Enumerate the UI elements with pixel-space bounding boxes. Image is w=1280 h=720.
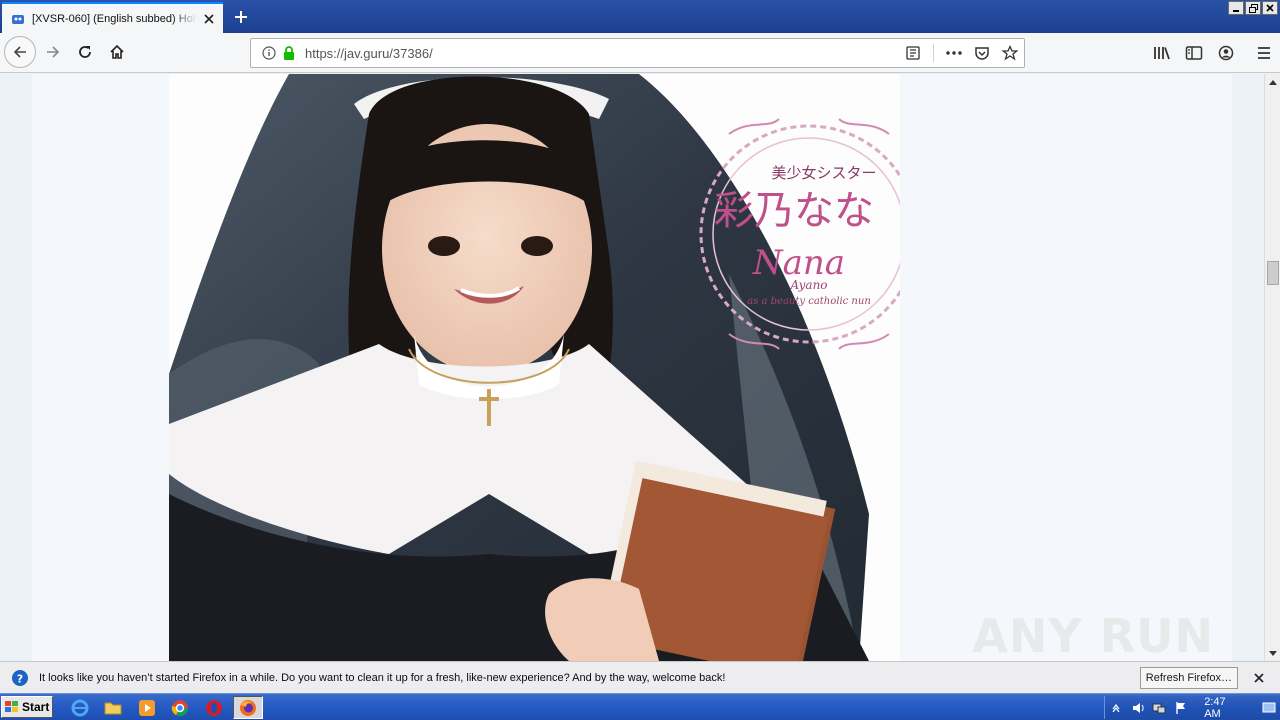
poster-jp-subtitle: 美少女シスター	[771, 164, 876, 182]
poster-en-surname: Ayano	[789, 278, 827, 292]
windows-logo-icon	[5, 701, 18, 712]
url-text[interactable]: https://jav.guru/37386/	[305, 46, 899, 61]
anyrun-watermark: ANY RUN	[972, 609, 1214, 661]
ie-icon[interactable]	[70, 698, 90, 718]
show-desktop-icon[interactable]	[1258, 702, 1280, 714]
tab-active[interactable]: [XVSR-060] (English subbed) Holy Sister	[2, 2, 223, 33]
arrow-right-icon	[47, 46, 60, 58]
tab-strip: [XVSR-060] (English subbed) Holy Sister	[0, 0, 1280, 33]
scroll-up-icon[interactable]	[1265, 74, 1280, 90]
cover-artwork: 美少女シスター 彩乃なな Nana Ayano as a beauty cath…	[169, 74, 900, 661]
question-icon: ?	[11, 669, 29, 687]
cover-image[interactable]: 美少女シスター 彩乃なな Nana Ayano as a beauty cath…	[169, 74, 900, 661]
arrow-left-icon	[13, 46, 26, 58]
home-button[interactable]	[102, 37, 132, 67]
bookmark-star-icon[interactable]	[996, 39, 1024, 67]
new-tab-button[interactable]	[228, 5, 254, 29]
taskbar: Start 2:47 AM	[0, 693, 1280, 720]
url-bar-separator	[933, 44, 934, 62]
minimize-button[interactable]	[1228, 1, 1244, 15]
navigation-toolbar: https://jav.guru/37386/	[0, 33, 1280, 73]
account-icon[interactable]	[1210, 39, 1242, 67]
poster-tagline: as a beauty catholic nun	[747, 296, 871, 307]
start-label: Start	[22, 700, 50, 714]
firefox-icon	[240, 699, 256, 716]
scroll-down-icon[interactable]	[1265, 645, 1280, 661]
svg-text:?: ?	[17, 672, 23, 685]
start-button[interactable]: Start	[1, 696, 53, 718]
back-button[interactable]	[4, 36, 36, 68]
firefox-taskbar-button[interactable]	[233, 696, 263, 719]
forward-button[interactable]	[38, 37, 68, 67]
tray-expand-icon[interactable]	[1105, 703, 1127, 712]
pocket-icon[interactable]	[968, 39, 996, 67]
window-controls	[1228, 1, 1278, 15]
network-icon[interactable]	[1149, 701, 1171, 715]
scrollbar-thumb[interactable]	[1267, 261, 1279, 285]
page-content[interactable]: 美少女シスター 彩乃なな Nana Ayano as a beauty cath…	[0, 74, 1264, 661]
close-window-button[interactable]	[1262, 1, 1278, 15]
page-actions-icon[interactable]	[940, 39, 968, 67]
lock-icon[interactable]	[281, 46, 297, 60]
poster-jp-name: 彩乃なな	[714, 188, 874, 234]
poster-en-name: Nana	[752, 243, 845, 283]
notification-close-icon[interactable]	[1248, 667, 1270, 689]
page-body: 美少女シスター 彩乃なな Nana Ayano as a beauty cath…	[32, 74, 1232, 661]
chrome-icon[interactable]	[170, 698, 190, 718]
media-player-icon[interactable]	[137, 698, 157, 718]
sidebar-icon[interactable]	[1178, 39, 1210, 67]
toolbar-right	[1146, 38, 1280, 68]
site-favicon-icon	[10, 11, 26, 27]
reader-view-icon[interactable]	[899, 39, 927, 67]
reload-icon	[79, 46, 91, 58]
menu-icon[interactable]	[1248, 39, 1280, 67]
library-icon[interactable]	[1146, 39, 1178, 67]
volume-icon[interactable]	[1127, 701, 1149, 715]
taskbar-clock[interactable]: 2:47 AM	[1204, 696, 1244, 720]
tab-title: [XVSR-060] (English subbed) Holy Sister	[32, 12, 197, 25]
system-tray: 2:47 AM	[1104, 696, 1280, 720]
vertical-scrollbar[interactable]	[1264, 74, 1280, 661]
file-explorer-icon[interactable]	[103, 698, 123, 718]
action-center-flag-icon[interactable]	[1170, 701, 1192, 715]
opera-icon[interactable]	[204, 698, 224, 718]
home-icon	[110, 44, 124, 59]
url-bar[interactable]: https://jav.guru/37386/	[250, 38, 1025, 68]
reload-button[interactable]	[70, 37, 100, 67]
info-icon[interactable]	[259, 46, 279, 60]
notification-message: It looks like you haven’t started Firefo…	[39, 671, 726, 684]
restore-button[interactable]	[1245, 1, 1261, 15]
watermark-text: ANY RUN	[972, 609, 1214, 661]
notification-bar: ? It looks like you haven’t started Fire…	[0, 661, 1280, 693]
tab-close-icon[interactable]	[201, 11, 217, 27]
refresh-firefox-button[interactable]: Refresh Firefox…	[1139, 666, 1238, 689]
